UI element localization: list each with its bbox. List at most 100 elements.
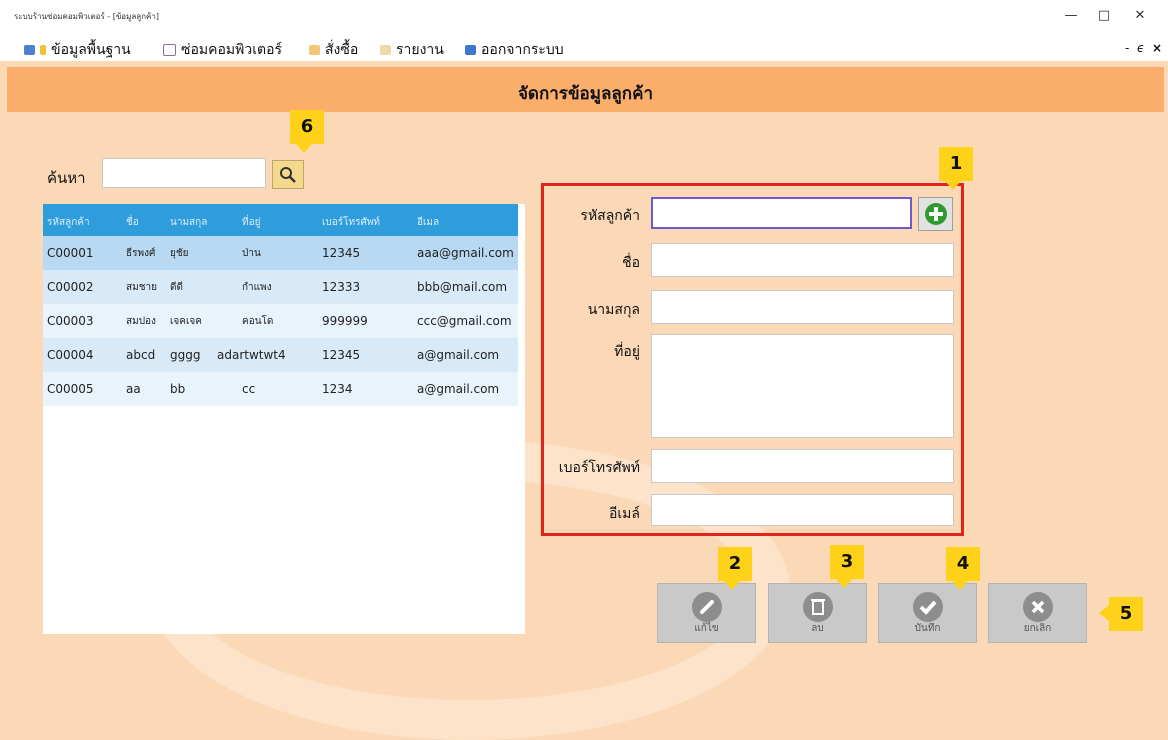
phone-label: เบอร์โทรศัพท์: [558, 460, 640, 476]
cancel-button[interactable]: ยกเลิก: [988, 583, 1087, 643]
menu-label: ซ่อมคอมพิวเตอร์: [181, 42, 283, 58]
table-cell: 12345: [322, 246, 361, 260]
table-header: รหัสลูกค้า ชื่อ นามสกุล ที่อยู่ เบอร์โทร…: [43, 204, 518, 236]
table-cell: คอนโด: [242, 316, 274, 327]
mdi-restore-icon[interactable]: ϵ: [1137, 41, 1144, 55]
close-icon[interactable]: ✕: [1127, 6, 1153, 26]
table-cell: 1234: [322, 382, 353, 396]
callout-badge-4: 4: [946, 547, 980, 581]
column-header[interactable]: นามสกุล: [170, 215, 207, 230]
callout-tail: [296, 144, 312, 153]
menu-item-basic-data[interactable]: ข้อมูลพื้นฐาน: [24, 39, 131, 61]
cart-icon: [309, 45, 320, 55]
report-icon: [380, 45, 391, 55]
table-cell: เจคเจค: [170, 316, 202, 327]
save-button[interactable]: บันทึก: [878, 583, 977, 643]
menu-item-repair[interactable]: ซ่อมคอมพิวเตอร์: [163, 39, 282, 61]
table-cell: abcd: [126, 348, 156, 362]
maximize-icon[interactable]: □: [1091, 6, 1117, 26]
delete-button[interactable]: ลบ: [768, 583, 867, 643]
column-header[interactable]: ที่อยู่: [242, 215, 260, 230]
search-input[interactable]: [102, 158, 266, 188]
search-button[interactable]: [272, 160, 304, 189]
monitor-icon: [163, 44, 176, 56]
table-cell: a@gmail.com: [417, 382, 500, 396]
table-row[interactable]: C00001 ธีรพงศ์ ยุชัย ป่าน 12345 aaa@gmai…: [43, 236, 518, 270]
window-title: ระบบร้านซ่อมคอมพิวเตอร์ - [ข้อมูลลูกค้า]: [14, 12, 159, 21]
table-row[interactable]: C00003 สมปอง เจคเจค คอนโด 999999 ccc@gma…: [43, 304, 518, 338]
column-header[interactable]: เบอร์โทรศัพท์: [322, 215, 380, 230]
callout-tail: [952, 581, 968, 590]
menu-item-logout[interactable]: ออกจากระบบ: [465, 39, 564, 61]
table-cell: aaa@gmail.com: [417, 246, 514, 260]
table-cell: bb: [170, 382, 186, 396]
table-cell: adartwtwt4: [217, 348, 286, 362]
menu-item-report[interactable]: รายงาน: [380, 39, 444, 61]
table-cell: 12345: [322, 348, 361, 362]
menu-label: สั่งซื้อ: [325, 42, 359, 58]
first-name-label: ชื่อ: [622, 255, 640, 271]
first-name-field[interactable]: [651, 243, 954, 277]
plus-icon: [925, 203, 947, 225]
edit-label: แก้ไข: [694, 623, 719, 634]
table-cell: C00004: [47, 348, 94, 362]
table-cell: ยุชัย: [170, 248, 189, 259]
check-icon: [913, 592, 943, 622]
table-row[interactable]: C00004 abcd gggg adartwtwt4 12345 a@gmai…: [43, 338, 518, 372]
database-icon: [24, 45, 35, 55]
save-label: บันทึก: [914, 623, 941, 634]
column-header[interactable]: ชื่อ: [126, 215, 139, 230]
table-cell: C00005: [47, 382, 94, 396]
window-titlebar: ระบบร้านซ่อมคอมพิวเตอร์ - [ข้อมูลลูกค้า]…: [0, 0, 1168, 35]
callout-badge-1: 1: [939, 147, 973, 181]
table-cell: ธีรพงศ์: [126, 248, 156, 259]
column-header[interactable]: อีเมล: [417, 215, 439, 230]
page-header: จัดการข้อมูลลูกค้า: [7, 67, 1164, 112]
table-cell: C00001: [47, 246, 94, 260]
column-header[interactable]: รหัสลูกค้า: [47, 215, 90, 230]
edit-button[interactable]: แก้ไข: [657, 583, 756, 643]
menu-bar: ข้อมูลพื้นฐาน ซ่อมคอมพิวเตอร์ สั่งซื้อ ร…: [0, 34, 1168, 61]
table-row[interactable]: C00005 aa bb cc 1234 a@gmail.com: [43, 372, 518, 406]
table-cell: C00003: [47, 314, 94, 328]
menu-label: ออกจากระบบ: [481, 42, 564, 58]
menu-item-order[interactable]: สั่งซื้อ: [309, 39, 358, 61]
menu-label: รายงาน: [396, 42, 444, 58]
table-cell: gggg: [170, 348, 201, 362]
callout-tail: [1099, 605, 1109, 621]
folder-icon: [40, 45, 46, 55]
page-title: จัดการข้อมูลลูกค้า: [517, 84, 654, 104]
customer-id-field[interactable]: [651, 197, 912, 229]
callout-badge-2: 2: [718, 547, 752, 581]
mdi-close-icon[interactable]: ×: [1152, 41, 1162, 55]
table-cell: ccc@gmail.com: [417, 314, 512, 328]
pencil-icon: [692, 592, 722, 622]
callout-tail: [945, 181, 961, 190]
callout-tail: [724, 581, 740, 590]
email-label: อีเมล์: [608, 506, 640, 522]
table-cell: 12333: [322, 280, 361, 294]
table-cell: สมชาย: [126, 282, 157, 293]
search-label: ค้นหา: [47, 169, 86, 187]
address-field[interactable]: [651, 334, 954, 438]
customer-table[interactable]: รหัสลูกค้า ชื่อ นามสกุล ที่อยู่ เบอร์โทร…: [43, 204, 525, 634]
table-cell: bbb@mail.com: [417, 280, 508, 294]
email-field[interactable]: [651, 494, 954, 526]
minimize-icon[interactable]: —: [1058, 6, 1084, 26]
last-name-label: นามสกุล: [587, 302, 640, 318]
customer-id-label: รหัสลูกค้า: [580, 208, 640, 224]
add-customer-button[interactable]: [918, 197, 953, 231]
table-cell: aa: [126, 382, 141, 396]
callout-badge-6: 6: [290, 110, 324, 144]
callout-tail: [836, 579, 852, 588]
table-cell: C00002: [47, 280, 94, 294]
table-row[interactable]: C00002 สมชาย ดีดี กำแพง 12333 bbb@mail.c…: [43, 270, 518, 304]
phone-field[interactable]: [651, 449, 954, 483]
address-label: ที่อยู่: [614, 344, 640, 360]
x-icon: [1023, 592, 1053, 622]
mdi-minimize-icon[interactable]: -: [1125, 41, 1129, 55]
last-name-field[interactable]: [651, 290, 954, 324]
table-cell: a@gmail.com: [417, 348, 500, 362]
callout-badge-3: 3: [830, 545, 864, 579]
callout-badge-5: 5: [1109, 597, 1143, 631]
